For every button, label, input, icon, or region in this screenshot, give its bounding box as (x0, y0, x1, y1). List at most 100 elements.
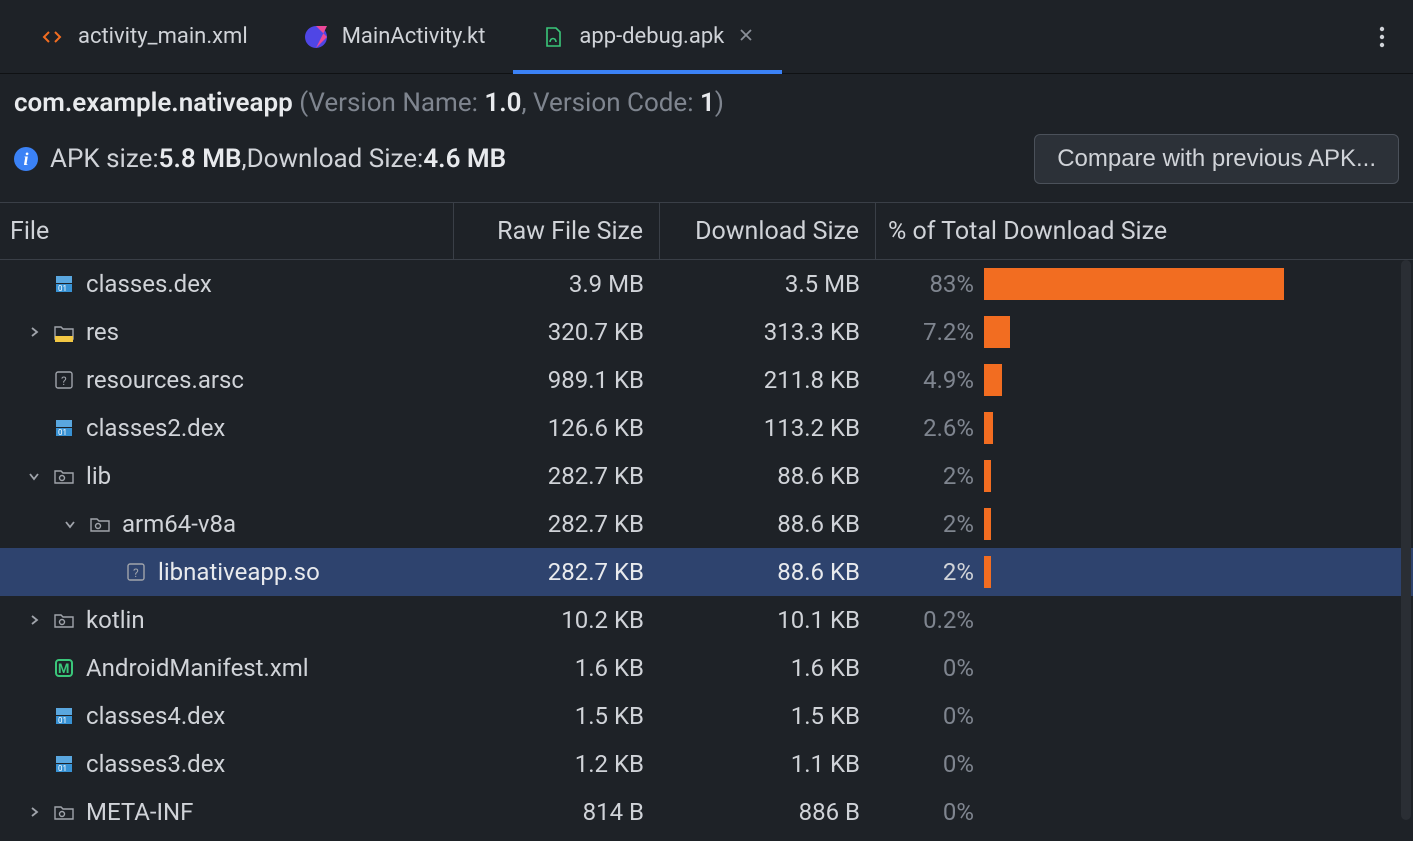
header-raw-size[interactable]: Raw File Size (454, 203, 660, 259)
info-icon: i (14, 147, 38, 171)
file-name: AndroidManifest.xml (86, 654, 309, 682)
scrollbar[interactable] (1401, 260, 1411, 820)
raw-size: 1.2 KB (454, 750, 660, 778)
raw-size: 320.7 KB (454, 318, 660, 346)
table-row[interactable]: META-INF 814 B886 B0% (0, 788, 1413, 830)
size-summary: i APK size: 5.8 MB, Download Size: 4.6 M… (0, 124, 1413, 202)
download-size: 1.1 KB (660, 750, 876, 778)
svg-text:01: 01 (58, 764, 67, 773)
more-icon[interactable] (1379, 26, 1385, 54)
file-name: classes.dex (86, 270, 212, 298)
download-size: 88.6 KB (660, 462, 876, 490)
file-name: classes2.dex (86, 414, 225, 442)
tab-app-debug-apk[interactable]: app-debug.apk (513, 0, 782, 73)
tab-label: MainActivity.kt (342, 24, 486, 49)
editor-tabs: activity_main.xml MainActivity.kt app-debu… (0, 0, 1413, 74)
percent-bar (984, 268, 1413, 300)
compare-apk-button[interactable]: Compare with previous APK... (1034, 134, 1399, 184)
percent: 7.2% (876, 318, 984, 346)
download-size: 88.6 KB (660, 510, 876, 538)
table-row[interactable]: 01 classes2.dex 126.6 KB113.2 KB2.6% (0, 404, 1413, 452)
raw-size: 282.7 KB (454, 558, 660, 586)
expand-arrow-icon[interactable] (60, 518, 80, 530)
expand-arrow-icon[interactable] (24, 806, 44, 818)
percent: 0% (876, 654, 984, 682)
table-header: File Raw File Size Download Size % of To… (0, 202, 1413, 260)
table-row[interactable]: 01classes4.dex1.5 KB1.5 KB0% (0, 692, 1413, 740)
raw-size: 814 B (454, 798, 660, 826)
percent: 83% (876, 270, 984, 298)
percent: 0.2% (876, 606, 984, 634)
raw-size: 282.7 KB (454, 462, 660, 490)
raw-size: 989.1 KB (454, 366, 660, 394)
svg-text:?: ? (61, 374, 67, 388)
svg-text:01: 01 (58, 428, 67, 437)
svg-text:M: M (58, 662, 69, 677)
expand-arrow-icon[interactable] (24, 614, 44, 626)
table-row[interactable]: 01 classes.dex 3.9 MB3.5 MB83% (0, 260, 1413, 308)
table-row[interactable]: res 320.7 KB313.3 KB7.2% (0, 308, 1413, 356)
package-info: com.example.nativeapp (Version Name: 1.0… (0, 74, 1413, 124)
raw-size: 1.6 KB (454, 654, 660, 682)
percent-bar (984, 412, 1413, 444)
file-name: lib (86, 462, 111, 490)
table-row[interactable]: kotlin 10.2 KB10.1 KB0.2% (0, 596, 1413, 644)
download-size: 211.8 KB (660, 366, 876, 394)
expand-arrow-icon[interactable] (24, 326, 44, 338)
tab-mainactivity-kt[interactable]: MainActivity.kt (276, 0, 514, 73)
percent-bar (984, 316, 1413, 348)
table-row[interactable]: ? libnativeapp.so 282.7 KB88.6 KB2% (0, 548, 1413, 596)
file-name: libnativeapp.so (158, 558, 320, 586)
download-size: 113.2 KB (660, 414, 876, 442)
download-size: 313.3 KB (660, 318, 876, 346)
percent: 0% (876, 702, 984, 730)
file-name: classes4.dex (86, 702, 225, 730)
header-file[interactable]: File (0, 203, 454, 259)
table-row[interactable]: arm64-v8a 282.7 KB88.6 KB2% (0, 500, 1413, 548)
raw-size: 10.2 KB (454, 606, 660, 634)
download-size: 886 B (660, 798, 876, 826)
raw-size: 3.9 MB (454, 270, 660, 298)
table-row[interactable]: MAndroidManifest.xml1.6 KB1.6 KB0% (0, 644, 1413, 692)
table-row[interactable]: lib 282.7 KB88.6 KB2% (0, 452, 1413, 500)
file-table[interactable]: 01 classes.dex 3.9 MB3.5 MB83% res 320.7 KB3… (0, 260, 1413, 830)
svg-text:01: 01 (58, 284, 67, 293)
percent: 0% (876, 798, 984, 826)
file-name: res (86, 318, 119, 346)
file-name: META-INF (86, 798, 193, 826)
download-size: 3.5 MB (660, 270, 876, 298)
percent: 2% (876, 558, 984, 586)
tab-label: activity_main.xml (78, 24, 248, 49)
tab-activity_main-xml[interactable]: activity_main.xml (12, 0, 276, 73)
download-size: 1.6 KB (660, 654, 876, 682)
tab-label: app-debug.apk (579, 24, 724, 49)
header-download-size[interactable]: Download Size (660, 203, 876, 259)
close-icon[interactable] (738, 24, 754, 49)
svg-text:01: 01 (58, 716, 67, 725)
percent: 2.6% (876, 414, 984, 442)
file-name: kotlin (86, 606, 145, 634)
percent: 4.9% (876, 366, 984, 394)
percent-bar (984, 556, 1413, 588)
table-row[interactable]: 01 classes3.dex 1.2 KB1.1 KB0% (0, 740, 1413, 788)
raw-size: 126.6 KB (454, 414, 660, 442)
file-name: classes3.dex (86, 750, 225, 778)
header-percent[interactable]: % of Total Download Size (876, 203, 1413, 259)
file-name: arm64-v8a (122, 510, 236, 538)
download-size: 88.6 KB (660, 558, 876, 586)
table-row[interactable]: ? resources.arsc 989.1 KB211.8 KB4.9% (0, 356, 1413, 404)
percent: 0% (876, 750, 984, 778)
raw-size: 282.7 KB (454, 510, 660, 538)
svg-text:?: ? (133, 566, 139, 580)
download-size: 10.1 KB (660, 606, 876, 634)
file-name: resources.arsc (86, 366, 244, 394)
percent-bar (984, 364, 1413, 396)
percent: 2% (876, 462, 984, 490)
raw-size: 1.5 KB (454, 702, 660, 730)
percent-bar (984, 508, 1413, 540)
expand-arrow-icon[interactable] (24, 470, 44, 482)
percent-bar (984, 460, 1413, 492)
download-size: 1.5 KB (660, 702, 876, 730)
percent: 2% (876, 510, 984, 538)
package-name: com.example.nativeapp (14, 88, 293, 118)
